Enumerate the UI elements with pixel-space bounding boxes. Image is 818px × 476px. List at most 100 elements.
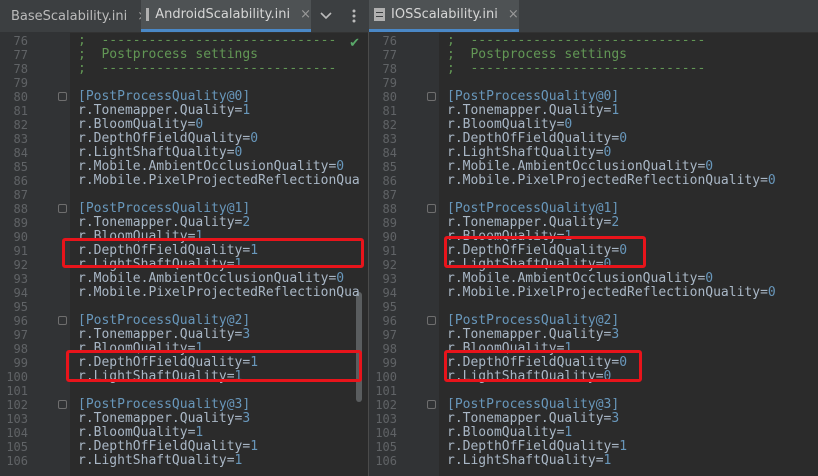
highlight-box-right-1 [444, 236, 646, 268]
line-content: r.Tonemapper.Quality=3 [447, 328, 619, 342]
line-content: [PostProcessQuality@1] [78, 202, 250, 216]
code-line: 93 r.Mobile.AmbientOcclusionQuality=0 [0, 272, 368, 287]
fold-icon[interactable] [58, 400, 67, 409]
line-number: 77 [13, 48, 28, 62]
setting-value: 0 [767, 173, 776, 188]
line-content: r.Mobile.PixelProjectedReflectionQuality… [447, 286, 776, 300]
code-line: 76 ; ------------------------------ [369, 33, 818, 49]
code-line: 95 [0, 300, 368, 314]
setting-key: r.LightShaftQuality [447, 145, 596, 160]
line-content: r.Tonemapper.Quality=1 [447, 104, 619, 118]
fold-icon[interactable] [427, 316, 436, 325]
fold-icon[interactable] [427, 92, 436, 101]
line-number: 85 [382, 160, 397, 174]
line-content: r.BloomQuality=0 [78, 118, 203, 132]
code-line: 84 r.LightShaftQuality=0 [369, 146, 818, 161]
code-line: 105 r.DepthOfFieldQuality=1 [0, 440, 368, 455]
section-header: [PostProcessQuality@0] [447, 89, 620, 104]
code-line: 77 ; Postprocess settings [0, 48, 368, 63]
chevron-down-icon[interactable] [312, 0, 340, 32]
setting-key: r.Tonemapper.Quality [78, 215, 235, 230]
line-number: 101 [375, 384, 397, 398]
line-content: ; Postprocess settings [78, 48, 258, 62]
fold-icon[interactable] [427, 204, 436, 213]
comment-text: ; ------------------------------ [447, 33, 706, 48]
line-content: r.BloomQuality=1 [447, 426, 572, 440]
section-header: [PostProcessQuality@2] [78, 313, 251, 328]
code-line: 101 [0, 384, 368, 398]
tab-base-scalability[interactable]: BaseScalability.ini × [0, 0, 148, 32]
comment-text: ; Postprocess settings [447, 47, 628, 62]
line-number: 105 [6, 440, 28, 454]
code-line: 86 r.Mobile.PixelProjectedReflectionQuali… [369, 173, 818, 189]
code-line: 88 [PostProcessQuality@1] [369, 202, 818, 217]
line-number: 86 [13, 174, 28, 188]
setting-value: 2 [611, 215, 620, 230]
line-content: ; Postprocess settings [447, 48, 627, 62]
code-line: 88 [PostProcessQuality@1] [0, 202, 368, 217]
line-number: 89 [382, 216, 397, 230]
line-content: ; ------------------------------ [447, 62, 705, 76]
setting-key: r.Mobile.AmbientOcclusionQuality [78, 159, 329, 174]
equals-sign: = [595, 145, 604, 160]
code-line: 87 [369, 188, 818, 202]
code-line: 78 ; ------------------------------ [369, 62, 818, 77]
tab-ios-scalability[interactable]: IOSScalability.ini × [369, 0, 519, 32]
line-number: 103 [375, 412, 397, 426]
line-content: r.BloomQuality=0 [447, 118, 572, 132]
close-icon[interactable]: × [300, 7, 311, 22]
line-content: r.Mobile.AmbientOcclusionQuality=0 [78, 272, 344, 286]
setting-value: 0 [234, 145, 243, 160]
code-line: 81 r.Tonemapper.Quality=1 [369, 104, 818, 119]
fold-icon[interactable] [58, 204, 67, 213]
more-vertical-icon[interactable] [341, 0, 367, 32]
code-line: 83 r.DepthOfFieldQuality=0 [0, 132, 368, 147]
setting-key: r.Tonemapper.Quality [447, 411, 604, 426]
section-header: [PostProcessQuality@3] [447, 397, 620, 412]
line-content: [PostProcessQuality@2] [78, 314, 250, 328]
code-line: 102 [PostProcessQuality@3] [369, 397, 818, 413]
code-line: 81 r.Tonemapper.Quality=1 [0, 103, 368, 119]
line-number: 90 [13, 230, 28, 244]
line-content: r.DepthOfFieldQuality=0 [78, 132, 258, 146]
line-number: 100 [375, 370, 397, 384]
code-line: 93 r.Mobile.AmbientOcclusionQuality=0 [369, 271, 818, 287]
line-content: [PostProcessQuality@1] [447, 202, 619, 216]
setting-key: r.BloomQuality [447, 117, 557, 132]
close-icon[interactable]: × [508, 7, 519, 22]
line-number: 88 [13, 202, 28, 216]
setting-key: r.Mobile.AmbientOcclusionQuality [78, 271, 329, 286]
line-content: r.BloomQuality=1 [78, 426, 203, 440]
equals-sign: = [760, 285, 768, 300]
line-number: 76 [382, 34, 397, 48]
code-line: 87 [0, 188, 368, 202]
setting-value: 0 [705, 271, 714, 286]
fold-icon[interactable] [427, 400, 436, 409]
line-number: 76 [13, 34, 28, 48]
line-number: 85 [13, 160, 28, 174]
code-line: 89 r.Tonemapper.Quality=2 [369, 215, 818, 231]
line-content: r.Tonemapper.Quality=3 [447, 412, 619, 426]
line-number: 104 [6, 426, 28, 440]
setting-key: r.Mobile.AmbientOcclusionQuality [447, 271, 698, 286]
line-content: r.LightShaftQuality=0 [447, 146, 611, 160]
setting-value: 1 [195, 425, 204, 440]
line-number: 83 [13, 132, 28, 146]
setting-value: 0 [705, 159, 714, 174]
setting-value: 0 [767, 285, 776, 300]
line-number: 89 [13, 216, 28, 230]
tab-android-scalability[interactable]: AndroidScalability.ini × [141, 0, 311, 32]
fold-icon[interactable] [58, 92, 67, 101]
fold-icon[interactable] [58, 316, 67, 325]
code-line: 104 r.BloomQuality=1 [369, 426, 818, 441]
setting-key: r.BloomQuality [78, 425, 188, 440]
setting-value: 0 [336, 271, 345, 286]
line-content: [PostProcessQuality@0] [78, 90, 250, 104]
code-line: 82 r.BloomQuality=0 [369, 118, 818, 133]
setting-key: r.Tonemapper.Quality [447, 327, 604, 342]
setting-value: 0 [250, 131, 259, 146]
setting-key: r.BloomQuality [78, 117, 188, 132]
setting-value: 1 [242, 103, 251, 118]
line-content: ; ------------------------------ [78, 34, 336, 48]
line-content: r.LightShaftQuality=1 [447, 454, 611, 468]
